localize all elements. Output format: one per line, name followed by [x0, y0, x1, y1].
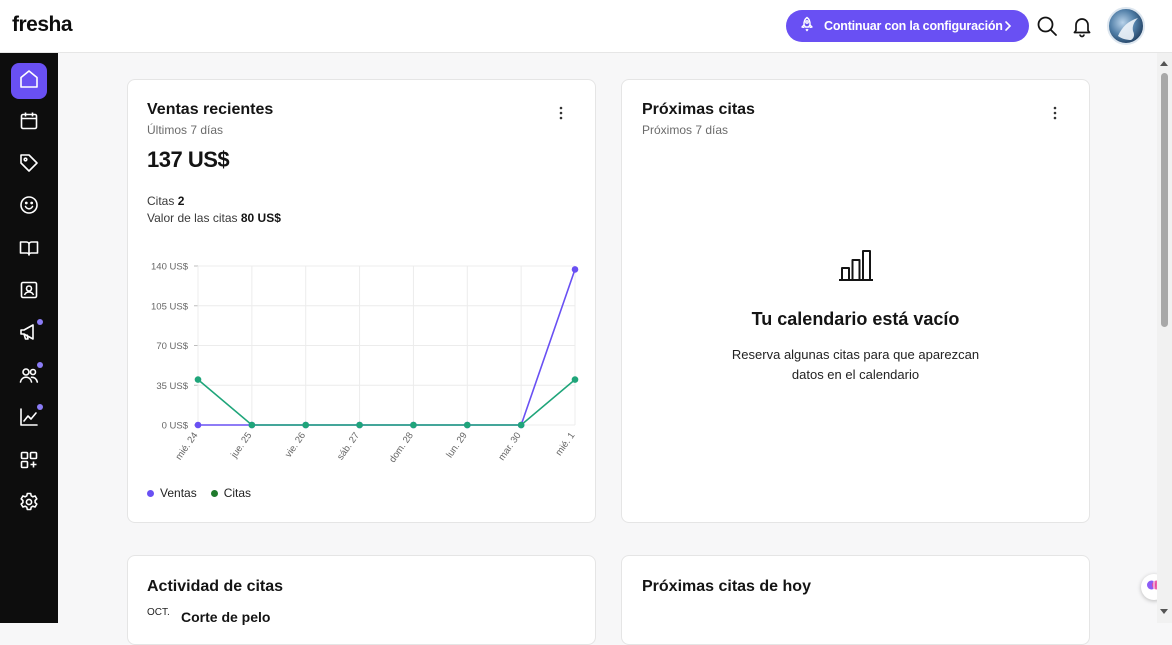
sidebar-item-home[interactable] [11, 63, 47, 99]
tag-icon [18, 152, 40, 179]
card-title: Próximas citas [642, 101, 755, 118]
sidebar-item-calendar[interactable] [11, 105, 47, 141]
series-line-citas [197, 378, 576, 426]
notification-dot [37, 404, 43, 410]
contact-card-icon [18, 279, 40, 306]
notification-dot [37, 319, 43, 325]
rocket-icon [799, 16, 815, 37]
sidebar-item-marketing[interactable] [11, 316, 47, 352]
bar-chart-icon [837, 246, 875, 287]
continue-setup-button[interactable]: Continuar con la configuración [786, 10, 1029, 42]
avatar[interactable] [1107, 7, 1145, 45]
appointments-value-label: Valor de las citas [147, 211, 238, 225]
chart-icon [18, 406, 40, 433]
sidebar [0, 53, 58, 623]
sidebar-item-reports[interactable] [11, 401, 47, 437]
data-point-ventas [571, 266, 579, 273]
scroll-up-arrow[interactable] [1160, 61, 1168, 66]
sidebar-item-team[interactable] [11, 359, 47, 395]
y-tick-label: 140 US$ [151, 262, 189, 273]
sidebar-item-catalog[interactable] [11, 232, 47, 268]
card-subtitle: Próximos 7 días [642, 123, 729, 137]
notification-dot [37, 362, 43, 368]
sidebar-item-sales[interactable] [11, 147, 47, 183]
series-line-ventas [198, 269, 576, 426]
scroll-down-arrow[interactable] [1160, 609, 1168, 614]
y-tick-label: 35 US$ [156, 381, 188, 392]
empty-state-description: Reserva algunas citas para que aparezcan… [731, 347, 980, 382]
x-tick-label: vie. 26 [283, 430, 308, 459]
upcoming-appointments-card: Próximas citas Próximos 7 días Tu calend… [621, 79, 1090, 523]
data-point-citas [571, 376, 579, 383]
sales-total: 137 US$ [147, 147, 230, 172]
x-tick-label: jue. 25 [228, 430, 254, 460]
bell-icon[interactable] [1070, 14, 1094, 38]
fresha-logo[interactable]: fresha [12, 13, 73, 37]
megaphone-icon [18, 321, 40, 348]
data-point-citas [356, 421, 363, 429]
sidebar-item-addons[interactable] [11, 444, 47, 480]
sidebar-item-online[interactable] [11, 274, 47, 310]
legend-ventas-label: Ventas [160, 486, 197, 500]
data-point-citas [517, 421, 525, 429]
appointments-count: Citas 2 [147, 194, 184, 208]
page-scrollbar[interactable] [1157, 53, 1172, 623]
data-point-citas [248, 421, 256, 429]
y-tick-label: 105 US$ [151, 301, 189, 312]
recent-sales-card: Ventas recientes Últimos 7 días 137 US$ … [127, 79, 596, 523]
team-icon [18, 364, 40, 391]
home-icon [18, 68, 40, 95]
x-tick-label: sáb. 27 [335, 430, 362, 462]
appointments-value: 2 [177, 194, 185, 208]
gear-icon [18, 491, 40, 518]
empty-state-title: Tu calendario está vacío [751, 309, 960, 329]
legend-citas-dot [210, 489, 218, 497]
legend-ventas-dot [147, 489, 154, 497]
legend-ventas[interactable]: Ventas [147, 486, 197, 500]
continue-setup-label: Continuar con la configuración [824, 19, 1003, 33]
smiley-icon [18, 194, 40, 221]
data-point-citas [463, 421, 471, 429]
more-options-icon[interactable] [1045, 103, 1065, 123]
card-title: Ventas recientes [147, 101, 274, 118]
data-point-citas [194, 376, 202, 383]
appointments-label: Citas [147, 194, 175, 208]
sidebar-item-settings[interactable] [11, 486, 47, 522]
x-tick-label: lun. 29 [444, 430, 469, 460]
more-options-icon[interactable] [551, 103, 571, 123]
x-tick-label: mar. 30 [496, 430, 523, 462]
search-icon[interactable] [1035, 14, 1059, 38]
chevron-right-icon [1001, 18, 1015, 39]
add-apps-icon [18, 449, 40, 476]
legend-citas[interactable]: Citas [210, 486, 252, 500]
card-title: Actividad de citas [147, 578, 284, 595]
card-subtitle: Últimos 7 días [147, 123, 224, 137]
book-icon [18, 237, 40, 264]
y-tick-label: 70 US$ [156, 341, 188, 352]
data-point-citas [410, 421, 417, 429]
empty-state: Tu calendario está vacío Reserva algunas… [622, 246, 1089, 385]
chart-legend: Ventas Citas [147, 486, 251, 500]
x-tick-label: dom. 28 [387, 430, 416, 464]
scroll-thumb[interactable] [1161, 73, 1168, 327]
appointments-value-line: Valor de las citas 80 US$ [147, 211, 281, 225]
data-point-citas [302, 421, 310, 429]
calendar-icon [18, 110, 40, 137]
activity-month: OCT. [147, 607, 170, 618]
legend-citas-label: Citas [223, 486, 252, 500]
x-tick-label: mié. 1 [554, 430, 578, 458]
appointments-value-amount: 80 US$ [240, 211, 281, 225]
appointment-activity-card: Actividad de citas OCT. Corte de pelo [127, 555, 596, 645]
todays-appointments-card: Próximas citas de hoy [621, 555, 1090, 645]
x-tick-label: mié. 24 [174, 430, 201, 462]
sales-line-chart: 0 US$ 35 US$ 70 US$ 105 US$ 140 US$ mié. 24 ju… [151, 262, 579, 465]
sidebar-item-clients[interactable] [11, 189, 47, 225]
y-tick-label: 0 US$ [162, 421, 189, 432]
top-bar: fresha Continuar con la configuración [0, 0, 1172, 53]
data-point-ventas [194, 421, 202, 429]
card-title: Próximas citas de hoy [642, 578, 811, 595]
